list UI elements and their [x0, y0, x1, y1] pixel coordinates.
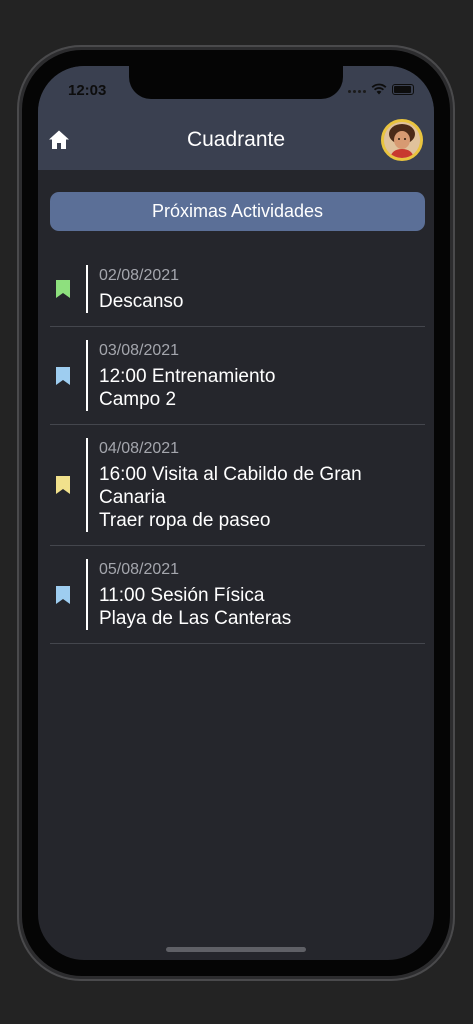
- home-indicator[interactable]: [166, 947, 306, 952]
- battery-icon: [392, 83, 414, 95]
- bookmark-icon: [56, 585, 70, 604]
- activity-date: 04/08/2021: [99, 440, 180, 457]
- upcoming-activities-button[interactable]: Próximas Actividades: [50, 192, 425, 231]
- bookmark-icon: [56, 280, 70, 298]
- activity-date: 05/08/2021: [99, 561, 180, 578]
- bookmark-icon: [56, 476, 70, 494]
- activity-content: 03/08/2021 12:00 Entrenamiento Campo 2: [88, 327, 275, 424]
- activity-content: 05/08/2021 11:00 Sesión Física Playa de L…: [88, 546, 291, 643]
- activity-text: Descanso: [99, 291, 184, 312]
- activity-date: 03/08/2021: [99, 342, 180, 359]
- list-item[interactable]: 04/08/2021 16:00 Visita al Cabildo de Gra…: [50, 425, 425, 546]
- list-item[interactable]: 05/08/2021 11:00 Sesión Física Playa de L…: [50, 546, 425, 644]
- avatar[interactable]: [381, 119, 423, 161]
- activity-date: 02/08/2021: [99, 267, 180, 284]
- notch: [129, 66, 343, 99]
- activity-text: 11:00 Sesión Física Playa de Las Cantera…: [99, 585, 292, 629]
- activity-content: 02/08/2021 Descanso: [88, 252, 184, 326]
- page-title: Cuadrante: [186, 128, 286, 151]
- status-icons: [348, 83, 414, 95]
- phone-screen: 12:03 Cuadrante Próximas Actividades 02/…: [38, 66, 434, 960]
- status-time: 12:03: [68, 82, 107, 99]
- bookmark-icon: [56, 366, 70, 385]
- activity-list: 02/08/2021 Descanso 03/08/2021 12:00 Entren…: [50, 252, 425, 644]
- cellular-signal-icon: [348, 85, 366, 93]
- list-item[interactable]: 03/08/2021 12:00 Entrenamiento Campo 2: [50, 327, 425, 425]
- avatar-image: [384, 122, 420, 158]
- list-item[interactable]: 02/08/2021 Descanso: [50, 252, 425, 327]
- app-bar: 12:03 Cuadrante: [38, 66, 434, 170]
- activity-text: 16:00 Visita al Cabildo de Gran Canaria …: [99, 464, 362, 531]
- wifi-icon: [371, 83, 387, 95]
- activity-text: 12:00 Entrenamiento Campo 2: [99, 366, 276, 410]
- activity-content: 04/08/2021 16:00 Visita al Cabildo de Gra…: [88, 425, 362, 545]
